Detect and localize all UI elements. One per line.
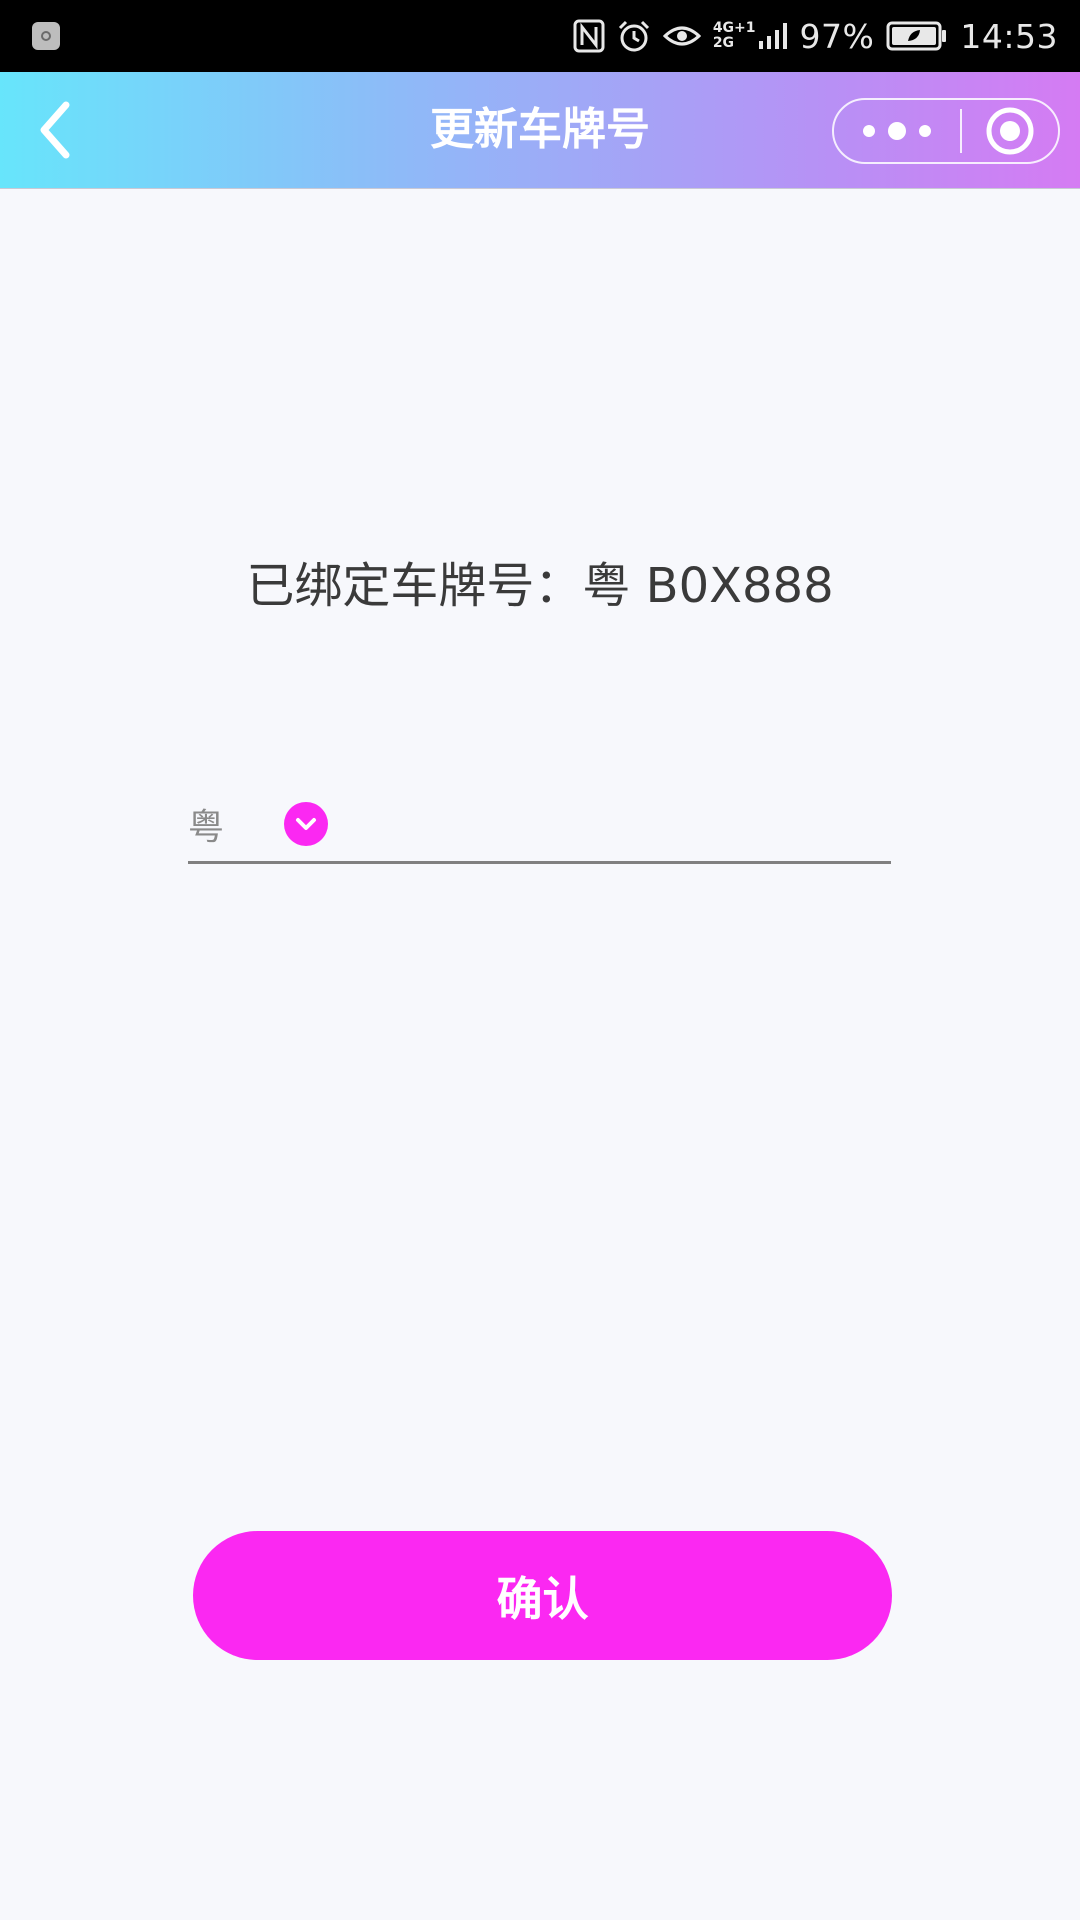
navigation-bar: 更新车牌号 bbox=[0, 72, 1080, 189]
chevron-down-icon bbox=[284, 802, 328, 846]
alarm-icon bbox=[617, 19, 651, 53]
chevron-left-icon bbox=[40, 101, 70, 159]
clock: 14:53 bbox=[960, 16, 1058, 56]
nfc-icon bbox=[573, 19, 605, 53]
status-bar: 4G+1 2G 97% 14:53 bbox=[0, 0, 1080, 72]
bound-plate-text: 已绑定车牌号：粤 B0X888 bbox=[246, 558, 834, 614]
province-value: 粤 bbox=[188, 807, 225, 848]
close-mini-program-button[interactable] bbox=[962, 100, 1058, 162]
mini-program-capsule bbox=[832, 98, 1060, 164]
plate-number-input[interactable] bbox=[356, 794, 880, 856]
target-close-icon bbox=[986, 107, 1034, 155]
app-notification-icon bbox=[32, 22, 60, 50]
signal-icon: 4G+1 2G bbox=[713, 21, 788, 51]
network-type-top: 4G+1 bbox=[712, 20, 756, 36]
more-dots-icon bbox=[863, 122, 931, 140]
battery-percent: 97% bbox=[799, 16, 875, 56]
status-bar-right: 4G+1 2G 97% 14:53 bbox=[573, 0, 1058, 72]
more-button[interactable] bbox=[834, 100, 960, 162]
back-button[interactable] bbox=[22, 98, 86, 162]
network-type-bottom: 2G bbox=[712, 35, 735, 51]
eye-comfort-icon bbox=[662, 22, 701, 50]
confirm-button[interactable]: 确认 bbox=[193, 1531, 892, 1660]
battery-icon bbox=[886, 21, 948, 51]
plate-input-row: 粤 bbox=[188, 788, 891, 864]
province-select[interactable]: 粤 bbox=[188, 788, 328, 860]
